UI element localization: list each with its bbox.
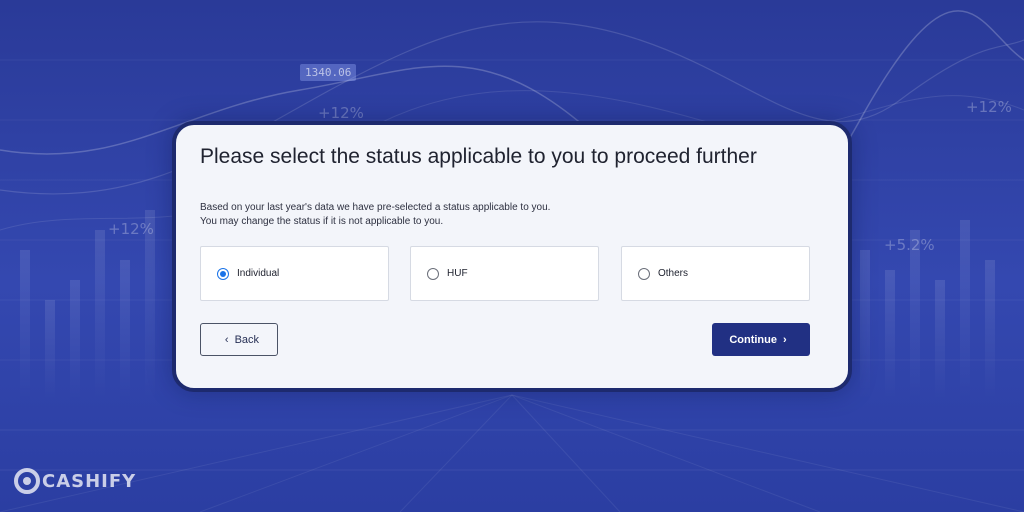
dialog-title: Please select the status applicable to y… — [200, 145, 757, 168]
radio-selected-icon[interactable] — [217, 267, 229, 280]
back-button-label: Back — [234, 333, 260, 346]
continue-button-label: Continue — [729, 333, 777, 346]
dialog-description-line: You may change the status if it is not a… — [200, 216, 444, 227]
status-option-others[interactable]: Others — [621, 246, 810, 301]
status-option-huf[interactable]: HUF — [410, 246, 599, 301]
cashify-logo: CASHIFY — [14, 468, 136, 494]
continue-button[interactable]: Continue › — [712, 323, 810, 356]
background-percent-tag: +12% — [108, 220, 154, 238]
background-value-tag: 1340.06 — [300, 64, 357, 81]
status-option-label: Individual — [237, 268, 280, 279]
dialog-description-line: Based on your last year's data we have p… — [200, 202, 551, 213]
background-percent-tag: +12% — [966, 98, 1012, 116]
status-option-label: HUF — [447, 268, 468, 279]
status-option-individual[interactable]: Individual — [200, 246, 389, 301]
cashify-logo-icon — [14, 468, 40, 494]
background-percent-tag: +12% — [318, 104, 364, 122]
chevron-left-icon: ‹ — [224, 333, 229, 346]
radio-unselected-icon[interactable] — [427, 267, 439, 280]
cashify-logo-text: CASHIFY — [42, 470, 137, 492]
status-selection-dialog: Please select the status applicable to y… — [172, 121, 852, 392]
radio-unselected-icon[interactable] — [638, 267, 650, 280]
status-option-label: Others — [658, 268, 689, 279]
background-percent-tag: +5.2% — [884, 236, 935, 254]
back-button[interactable]: ‹ Back — [200, 323, 278, 356]
chevron-right-icon: › — [783, 333, 787, 346]
dialog-description: Based on your last year's data we have p… — [200, 201, 800, 229]
